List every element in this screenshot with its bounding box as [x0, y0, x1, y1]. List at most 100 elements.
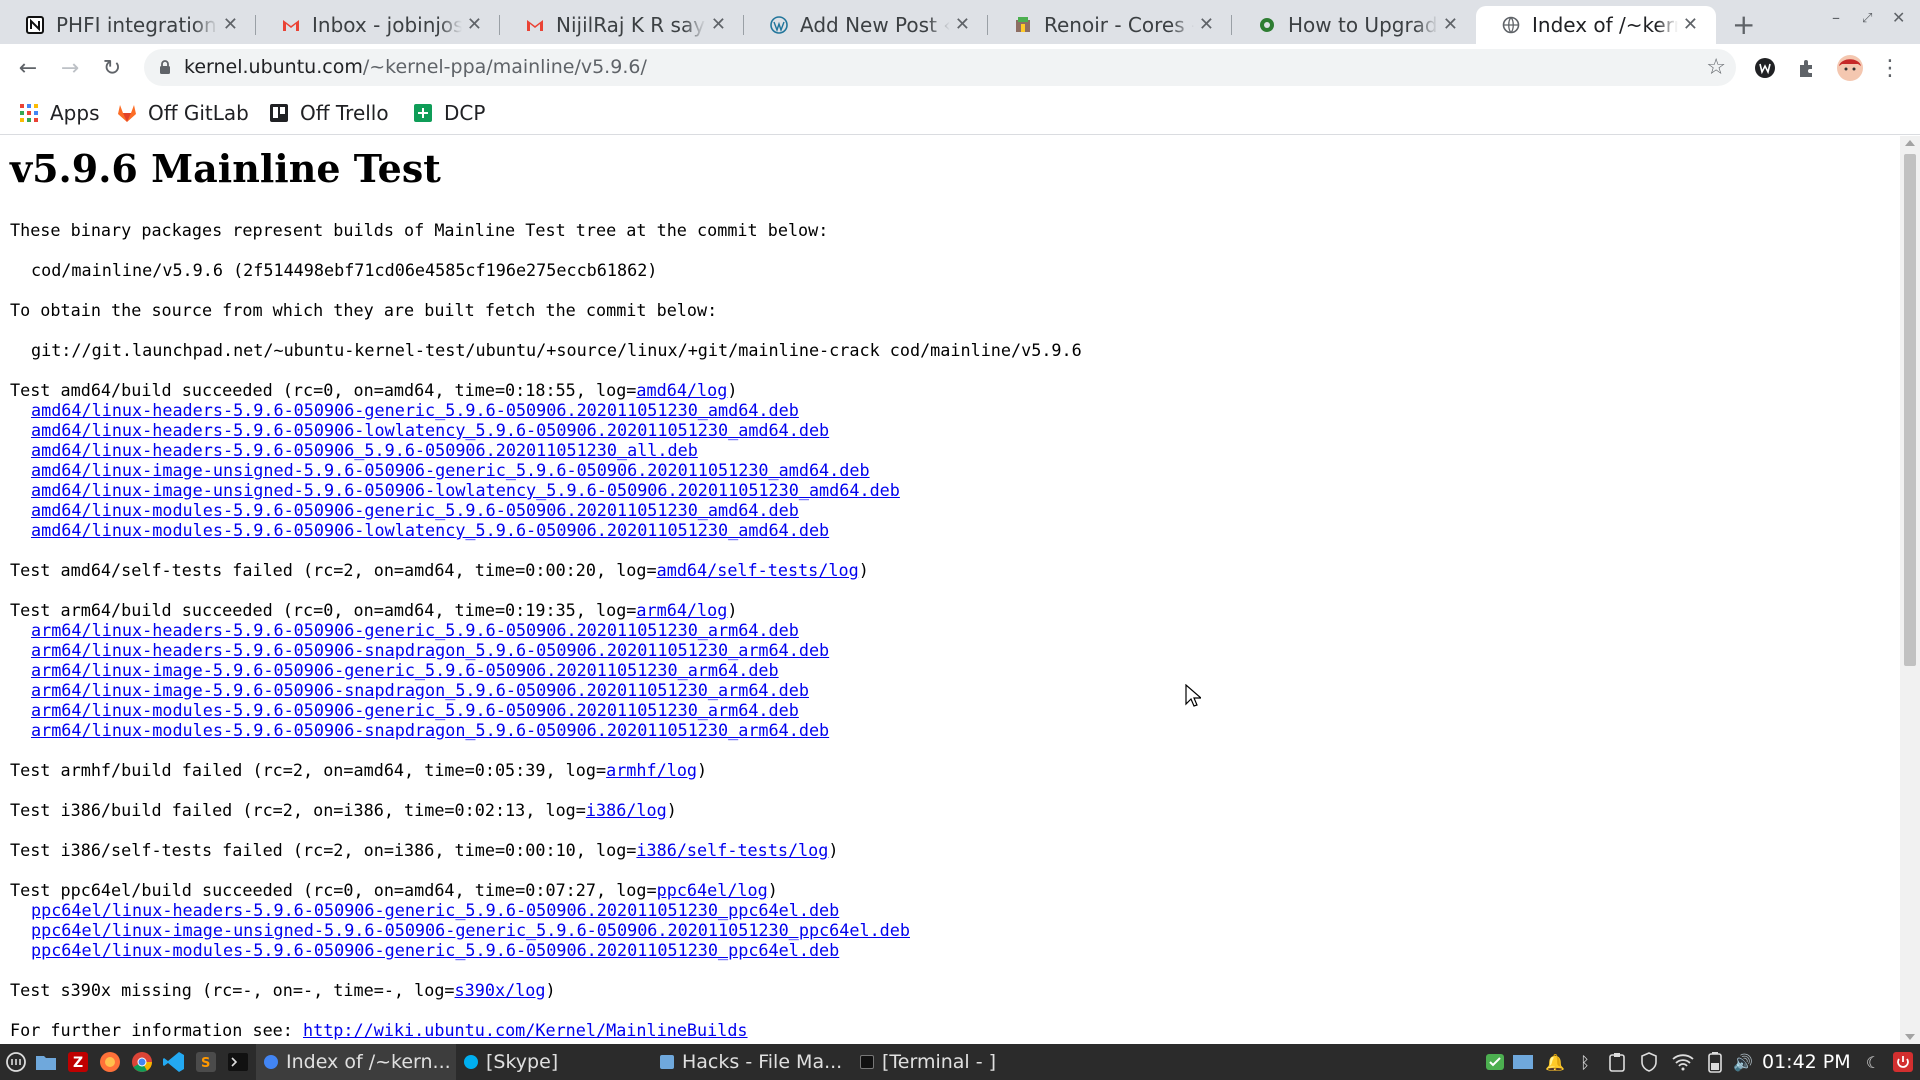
log-link[interactable]: amd64/self-tests/log [657, 560, 859, 580]
power-icon[interactable] [1892, 1052, 1914, 1072]
tab-close-icon[interactable]: ✕ [467, 14, 482, 35]
tab-phfi[interactable]: PHFI integrations ✕ [0, 6, 256, 44]
tray-window-icon[interactable] [1512, 1052, 1534, 1072]
menu-icon[interactable] [4, 1051, 28, 1073]
clock[interactable]: 01:42 PM [1762, 1051, 1851, 1073]
tab-close-icon[interactable]: ✕ [1199, 14, 1214, 35]
tab-close-icon[interactable]: ✕ [711, 14, 726, 35]
tab-index-of-kernel[interactable]: Index of /~kernel ✕ [1476, 6, 1716, 44]
bookmark-apps[interactable]: Apps [18, 98, 100, 128]
bookmark-off-gitlab[interactable]: Off GitLab [116, 98, 249, 128]
package-link[interactable]: arm64/linux-headers-5.9.6-050906-snapdra… [31, 640, 829, 660]
puzzle-extensions-icon[interactable] [1796, 57, 1818, 79]
tab-how-to-upgrade[interactable]: How to Upgrade ✕ [1232, 6, 1476, 44]
filezilla-icon[interactable]: Z [66, 1051, 90, 1073]
bookmark-star-icon[interactable]: ☆ [1706, 55, 1726, 80]
restore-window-icon[interactable]: ⤢ [1862, 11, 1872, 26]
address-bar[interactable]: kernel.ubuntu.com/~kernel-ppa/mainline/v… [144, 49, 1736, 86]
test-line-amd64-build: Test amd64/build succeeded (rc=0, on=amd… [10, 380, 737, 400]
log-link[interactable]: s390x/log [455, 980, 546, 1000]
package-link[interactable]: arm64/linux-modules-5.9.6-050906-snapdra… [31, 720, 829, 740]
package-link[interactable]: ppc64el/linux-image-unsigned-5.9.6-05090… [31, 920, 910, 940]
tab-close-icon[interactable]: ✕ [223, 14, 238, 35]
package-link[interactable]: ppc64el/linux-headers-5.9.6-050906-gener… [31, 900, 839, 920]
log-link[interactable]: armhf/log [606, 760, 697, 780]
tab-add-new-post[interactable]: Add New Post ‹ W ✕ [744, 6, 988, 44]
package-link[interactable]: amd64/linux-headers-5.9.6-050906_5.9.6-0… [31, 440, 698, 460]
taskbar-window-skype[interactable]: [Skype] [456, 1044, 652, 1080]
log-link[interactable]: arm64/log [636, 600, 727, 620]
package-link[interactable]: ppc64el/linux-modules-5.9.6-050906-gener… [31, 940, 839, 960]
tab-renoir[interactable]: Renoir - Cores - A ✕ [988, 6, 1232, 44]
bookmark-dcp[interactable]: DCP [412, 98, 485, 128]
battery-icon[interactable] [1704, 1052, 1726, 1073]
package-link[interactable]: amd64/linux-headers-5.9.6-050906-generic… [31, 400, 799, 420]
package-link[interactable]: amd64/linux-modules-5.9.6-050906-generic… [31, 500, 799, 520]
new-tab-button[interactable]: + [1732, 8, 1755, 41]
sublime-icon[interactable]: S [194, 1051, 218, 1073]
package-link[interactable]: arm64/linux-modules-5.9.6-050906-generic… [31, 700, 799, 720]
taskbar-window-file-manager[interactable]: Hacks - File Ma... [652, 1044, 852, 1080]
scroll-up-arrow-icon[interactable] [1905, 140, 1915, 146]
renoir-icon [1016, 17, 1030, 32]
package-link[interactable]: amd64/linux-modules-5.9.6-050906-lowlate… [31, 520, 829, 540]
minimize-window-icon[interactable]: – [1832, 8, 1840, 27]
volume-icon[interactable]: 🔊 [1732, 1052, 1754, 1072]
package-link[interactable]: arm64/linux-image-5.9.6-050906-snapdrago… [31, 680, 809, 700]
tab-close-icon[interactable]: ✕ [1443, 14, 1458, 35]
apps-grid-icon [20, 104, 38, 122]
package-link[interactable]: arm64/linux-image-5.9.6-050906-generic_5… [31, 660, 779, 680]
package-link[interactable]: amd64/linux-image-unsigned-5.9.6-050906-… [31, 460, 870, 480]
vscode-icon[interactable] [162, 1051, 186, 1073]
back-arrow-icon[interactable]: ← [14, 54, 42, 82]
log-link[interactable]: i386/log [586, 800, 667, 820]
log-link[interactable]: i386/self-tests/log [636, 840, 828, 860]
night-mode-icon[interactable]: ☾ [1862, 1052, 1884, 1072]
close-window-icon[interactable]: ✕ [1892, 8, 1905, 27]
test-status-text: Test ppc64el/build succeeded (rc=0, on=a… [10, 880, 657, 900]
test-line-s390x: Test s390x missing (rc=-, on=-, time=-, … [10, 980, 556, 1000]
scroll-down-arrow-icon[interactable] [1905, 1034, 1915, 1040]
url-path: /~kernel-ppa/mainline/v5.9.6/ [362, 56, 647, 78]
page-scrollbar[interactable] [1900, 136, 1920, 1044]
browser-menu-icon[interactable]: ⋮ [1876, 54, 1904, 82]
test-status-text: Test armhf/build failed (rc=2, on=amd64,… [10, 760, 607, 780]
tab-inbox[interactable]: Inbox - jobinjose@ ✕ [256, 6, 500, 44]
url-host: kernel.ubuntu.com [184, 56, 363, 78]
notification-bell-icon[interactable]: 🔔 [1544, 1052, 1566, 1072]
firefox-icon[interactable] [98, 1051, 122, 1073]
skype-icon [464, 1055, 478, 1069]
reload-icon[interactable]: ↻ [98, 54, 126, 82]
bookmark-off-trello[interactable]: Off Trello [268, 98, 389, 128]
trello-icon [270, 104, 288, 122]
taskbar-window-terminal[interactable]: [Terminal - ] [852, 1044, 1052, 1080]
intro-text: These binary packages represent builds o… [10, 220, 829, 240]
files-icon[interactable] [34, 1051, 58, 1073]
package-link[interactable]: amd64/linux-headers-5.9.6-050906-lowlate… [31, 420, 829, 440]
scrollbar-thumb[interactable] [1904, 154, 1916, 666]
wifi-icon[interactable] [1672, 1052, 1694, 1072]
tab-close-icon[interactable]: ✕ [1683, 14, 1698, 35]
avatar[interactable] [1836, 54, 1864, 82]
taskbar-window-chrome[interactable]: Index of /~kern... [256, 1044, 456, 1080]
package-link[interactable]: amd64/linux-image-unsigned-5.9.6-050906-… [31, 480, 900, 500]
clipboard-icon[interactable] [1606, 1052, 1628, 1072]
terminal-icon[interactable] [226, 1051, 250, 1073]
commit-text: cod/mainline/v5.9.6 (2f514498ebf71cd06e4… [31, 260, 658, 280]
forward-arrow-icon[interactable]: → [56, 54, 84, 82]
extension-icon[interactable] [1754, 57, 1776, 79]
bluetooth-icon[interactable]: ᛒ [1574, 1052, 1596, 1072]
taskbar-window-label: Hacks - File Ma... [682, 1051, 843, 1073]
tab-close-icon[interactable]: ✕ [955, 14, 970, 35]
package-link[interactable]: arm64/linux-headers-5.9.6-050906-generic… [31, 620, 799, 640]
tab-nijilraj[interactable]: NijilRaj K R says… ✕ [500, 6, 744, 44]
bookmark-label: Off Trello [300, 101, 389, 125]
shield-icon[interactable] [1638, 1052, 1660, 1072]
log-link[interactable]: amd64/log [636, 380, 727, 400]
test-suffix: ) [828, 840, 839, 860]
log-link[interactable]: ppc64el/log [657, 880, 768, 900]
test-status-text: Test i386/self-tests failed (rc=2, on=i3… [10, 840, 637, 860]
chrome-icon[interactable] [130, 1051, 154, 1073]
tray-check-icon[interactable] [1484, 1052, 1506, 1072]
mainline-builds-link[interactable]: http://wiki.ubuntu.com/Kernel/MainlineBu… [303, 1020, 748, 1040]
